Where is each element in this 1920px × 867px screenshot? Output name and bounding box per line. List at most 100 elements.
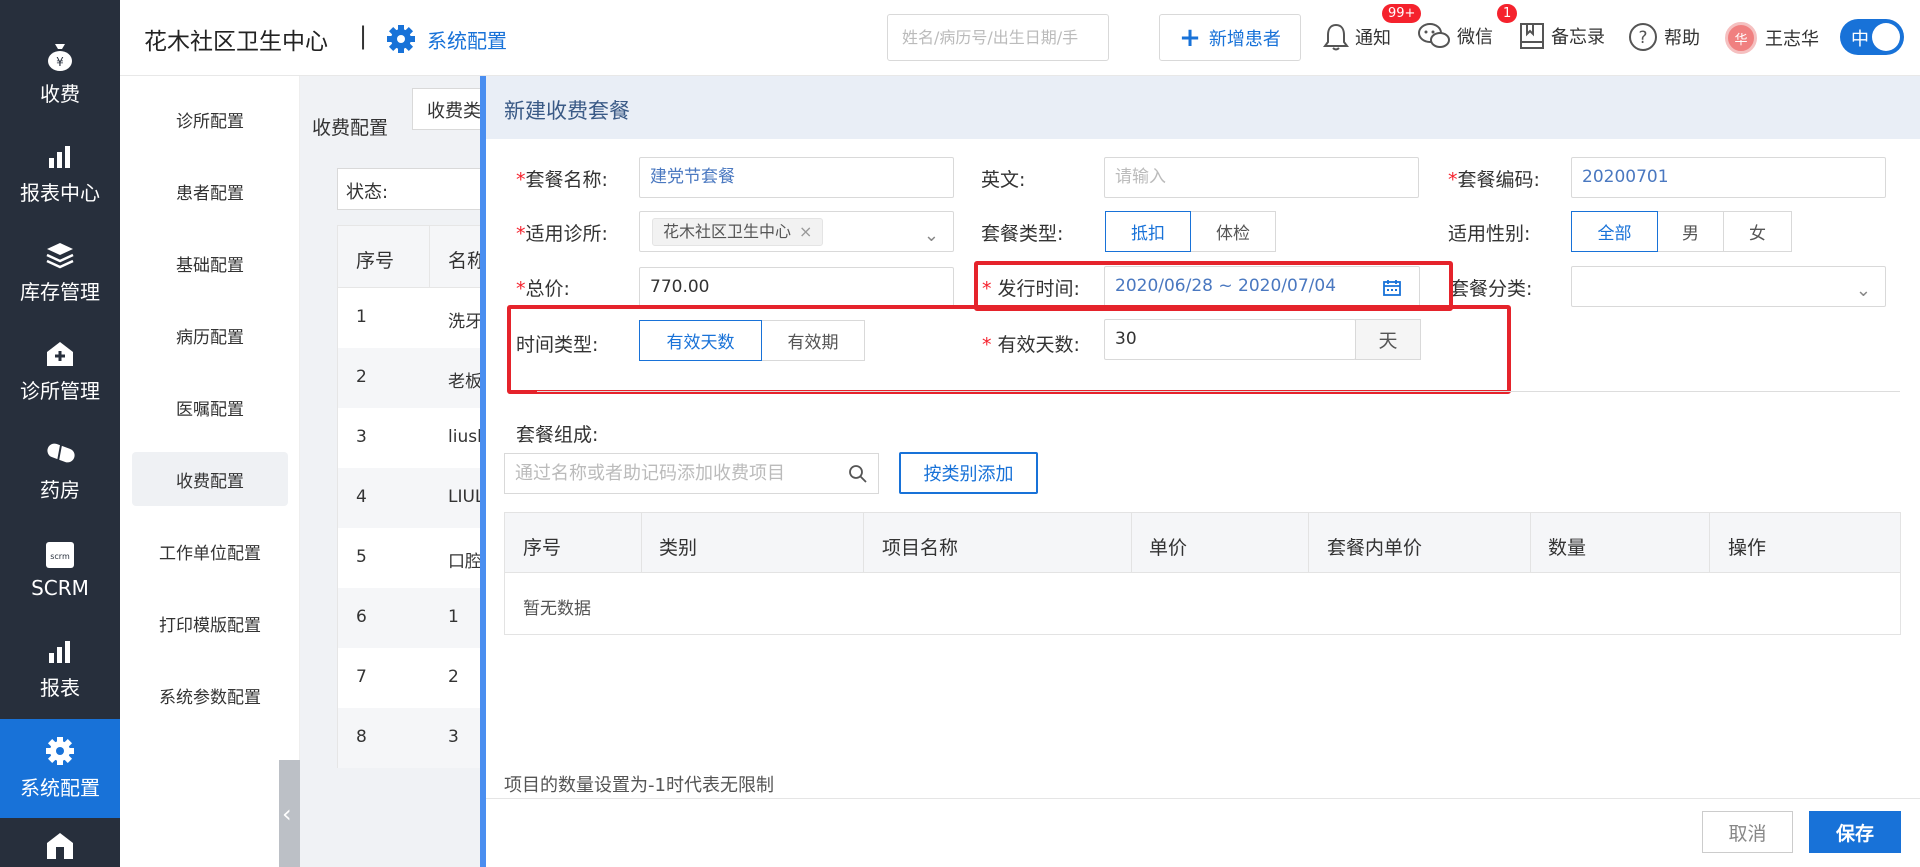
section-title: 系统配置 <box>427 29 507 53</box>
composition-label: 套餐组成: <box>516 424 599 446</box>
plus-icon: + <box>1179 22 1201 53</box>
submenu-item-clinic[interactable]: 诊所配置 <box>132 92 288 146</box>
table-header: 序号 类别 项目名称 单价 套餐内单价 数量 操作 <box>505 513 1900 573</box>
row-index: 1 <box>356 307 367 327</box>
column-header: 套餐内单价 <box>1327 537 1423 559</box>
row-index: 3 <box>356 427 367 447</box>
column-header: 序号 <box>523 537 562 559</box>
submenu-item-basic[interactable]: 基础配置 <box>132 236 288 290</box>
row-index: 8 <box>356 727 367 747</box>
row-name: 老板 <box>448 372 482 392</box>
nav-label: 系统配置 <box>20 776 100 800</box>
collapse-sidebar-handle[interactable]: ‹ <box>279 760 300 867</box>
submenu-item-system-params[interactable]: 系统参数配置 <box>132 668 288 722</box>
cancel-button[interactable]: 取消 <box>1702 811 1793 853</box>
scrm-icon: scrm <box>45 540 75 570</box>
gender-option-female[interactable]: 女 <box>1723 211 1792 252</box>
column-header: 类别 <box>659 537 698 559</box>
clinic-house-icon <box>45 339 75 369</box>
nav-label: SCRM <box>31 575 89 600</box>
add-charge-item-search[interactable]: 通过名称或者助记码添加收费项目 <box>504 453 879 494</box>
type-option-deduct[interactable]: 抵扣 <box>1105 211 1191 252</box>
wechat-button[interactable]: 微信 <box>1417 22 1493 50</box>
drawer-footer-divider <box>486 798 1920 799</box>
submenu-item-print-template[interactable]: 打印模版配置 <box>132 596 288 650</box>
row-index: 6 <box>356 607 367 627</box>
svg-text:scrm: scrm <box>50 552 70 561</box>
nav-item-more[interactable] <box>0 820 120 867</box>
package-type-label: 套餐类型: <box>981 223 1064 245</box>
gender-option-male[interactable]: 男 <box>1657 211 1724 252</box>
save-button[interactable]: 保存 <box>1809 811 1901 853</box>
nav-item-charge[interactable]: ¥ 收费 <box>0 25 120 124</box>
submenu-item-work-unit[interactable]: 工作单位配置 <box>132 524 288 578</box>
memo-button[interactable]: 备忘录 <box>1519 22 1605 50</box>
section-divider <box>537 391 1900 392</box>
type-option-checkup[interactable]: 体检 <box>1190 211 1276 252</box>
column-header: 操作 <box>1728 537 1767 559</box>
nav-label: 药房 <box>40 478 80 502</box>
clinic-select[interactable]: 花木社区卫生中心 × ⌄ <box>639 211 954 252</box>
package-code-label: *套餐编码: <box>1448 169 1540 191</box>
nav-label: 收费 <box>40 82 80 106</box>
total-price-label: *总价: <box>516 278 570 300</box>
submenu-item-charge[interactable]: 收费配置 <box>132 452 288 506</box>
package-category-select[interactable]: ⌄ <box>1571 266 1886 307</box>
gender-option-all[interactable]: 全部 <box>1571 211 1658 252</box>
nav-item-clinic-mgmt[interactable]: 诊所管理 <box>0 322 120 421</box>
row-index: 5 <box>356 547 367 567</box>
book-icon <box>1520 23 1544 49</box>
gear-icon <box>386 24 416 54</box>
notify-button[interactable]: 通知 <box>1323 22 1391 52</box>
language-toggle[interactable]: 中 <box>1840 19 1904 55</box>
row-index: 2 <box>356 367 367 387</box>
svg-text:?: ? <box>1638 28 1647 48</box>
clinic-building-icon <box>45 830 75 860</box>
nav-item-scrm[interactable]: scrm SCRM <box>0 520 120 619</box>
new-patient-label: 新增患者 <box>1208 28 1281 50</box>
submenu-item-medical-record[interactable]: 病历配置 <box>132 308 288 362</box>
notify-badge: 99+ <box>1382 4 1422 23</box>
drawer-title: 新建收费套餐 <box>504 99 630 123</box>
add-by-category-button[interactable]: 按类别添加 <box>899 452 1038 494</box>
money-bag-icon: ¥ <box>45 42 75 72</box>
wechat-icon <box>1418 23 1450 48</box>
gear-icon <box>45 736 75 766</box>
row-name: 2 <box>448 667 459 687</box>
package-name-input[interactable]: 建党节套餐 <box>639 157 954 198</box>
memo-label: 备忘录 <box>1551 27 1605 48</box>
user-name: 王志华 <box>1765 29 1819 50</box>
tag-close-icon[interactable]: × <box>799 222 812 241</box>
english-name-input[interactable]: 请输入 <box>1104 157 1419 198</box>
time-type-valid-days[interactable]: 有效天数 <box>639 320 762 361</box>
submenu-item-orders[interactable]: 医嘱配置 <box>132 380 288 434</box>
nav-item-report-center[interactable]: 报表中心 <box>0 124 120 223</box>
top-bar: 花木社区卫生中心 | 系统配置 姓名/病历号/出生日期/手 + 新增患者 通知 … <box>120 0 1920 76</box>
row-index: 7 <box>356 667 367 687</box>
nav-item-inventory[interactable]: 库存管理 <box>0 223 120 322</box>
nav-item-pharmacy-top[interactable] <box>0 0 120 24</box>
total-price-input[interactable]: 770.00 <box>639 267 954 308</box>
user-menu[interactable]: 华 王志华 <box>1725 22 1819 54</box>
column-header: 项目名称 <box>882 537 959 559</box>
nav-item-report[interactable]: 报表 <box>0 619 120 718</box>
nav-item-system-config[interactable]: 系统配置 <box>0 719 120 818</box>
chevron-down-icon: ⌄ <box>1855 280 1871 301</box>
bar-chart-icon <box>45 141 75 171</box>
help-icon: ? <box>1629 23 1657 51</box>
new-patient-button[interactable]: + 新增患者 <box>1159 14 1301 61</box>
help-button[interactable]: ? 帮助 <box>1628 22 1700 52</box>
column-header: 单价 <box>1149 537 1188 559</box>
clinic-name: 花木社区卫生中心 <box>144 29 328 55</box>
bar-chart-icon <box>45 636 75 666</box>
package-code-input[interactable]: 20200701 <box>1571 157 1886 198</box>
quantity-note: 项目的数量设置为-1时代表无限制 <box>504 775 774 796</box>
submenu-item-patient[interactable]: 患者配置 <box>132 164 288 218</box>
search-icon <box>849 465 867 483</box>
chevron-left-icon: ‹ <box>282 800 292 828</box>
nav-item-pharmacy[interactable]: 药房 <box>0 421 120 520</box>
row-name: 1 <box>448 607 459 627</box>
patient-search-input[interactable]: 姓名/病历号/出生日期/手 <box>887 14 1109 61</box>
row-index: 4 <box>356 487 367 507</box>
help-label: 帮助 <box>1664 28 1700 49</box>
